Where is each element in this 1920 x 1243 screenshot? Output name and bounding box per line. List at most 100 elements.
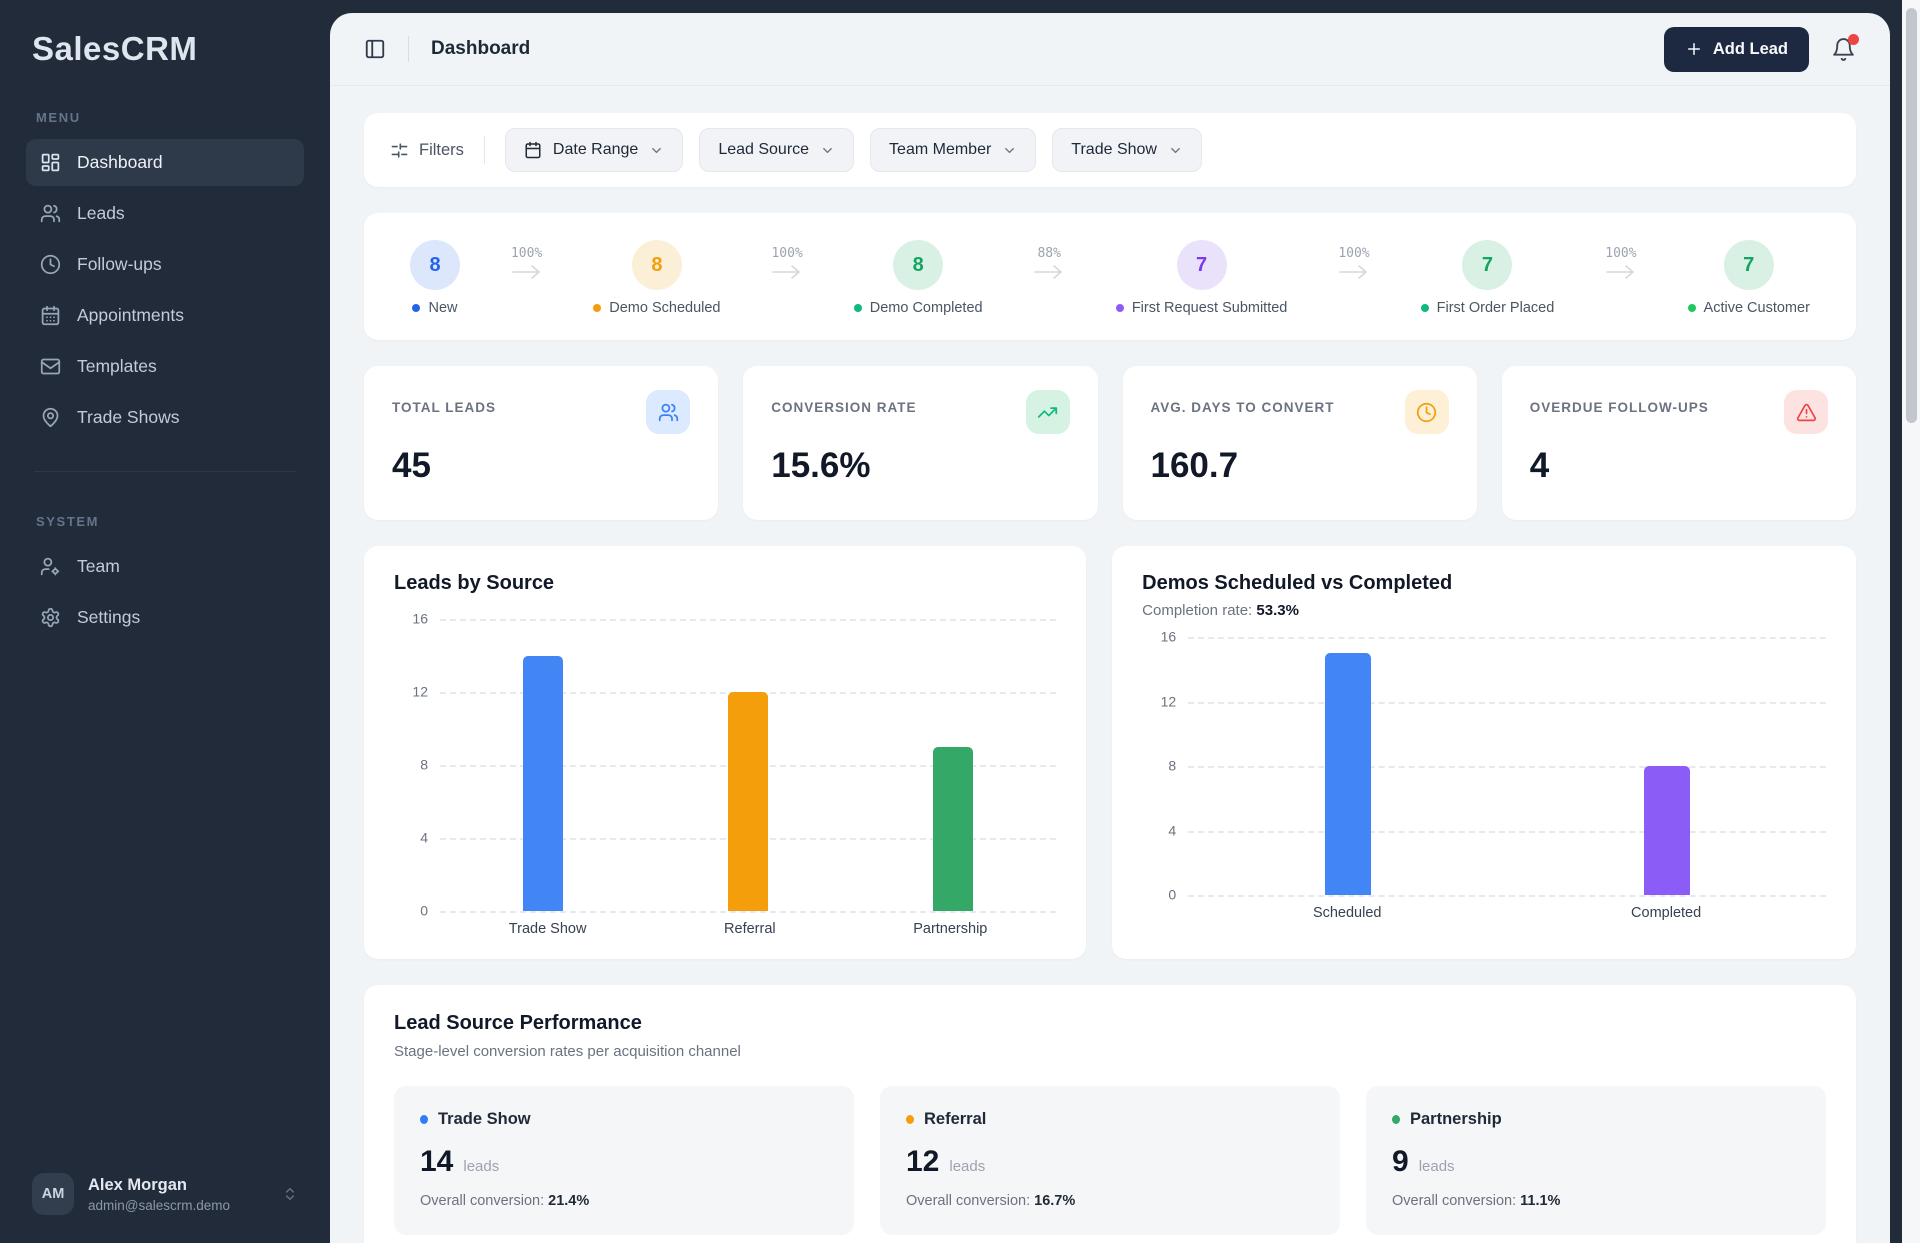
funnel-stage-demo-scheduled: 8 Demo Scheduled [593, 240, 720, 316]
source-dot [1392, 1115, 1400, 1124]
bar-scheduled[interactable] [1325, 653, 1371, 895]
trade-show-dropdown[interactable]: Trade Show [1052, 128, 1202, 172]
user-name: Alex Morgan [88, 1176, 268, 1195]
kpi-row: TOTAL LEADS 45 CONVERSION RATE 15.6 [364, 366, 1856, 520]
clock-icon [40, 254, 61, 275]
topbar-actions: Add Lead [1664, 27, 1856, 72]
leads-by-source-chart: Leads by Source 16 12 8 4 0 [364, 546, 1086, 959]
x-tick: Partnership [913, 921, 987, 937]
sidebar-toggle-icon[interactable] [364, 38, 386, 60]
conversion-value: 16.7% [1034, 1193, 1075, 1209]
bar-partnership[interactable] [933, 747, 973, 911]
sidebar-divider [34, 471, 296, 472]
stage-label: First Order Placed [1437, 300, 1555, 316]
scrollbar-track[interactable] [1902, 0, 1920, 1243]
dashboard-grid-icon [40, 152, 61, 173]
arrow-right-icon [1033, 263, 1065, 281]
kpi-label: TOTAL LEADS [392, 390, 496, 415]
sidebar-spacer [26, 641, 304, 1173]
kpi-label: OVERDUE FOLLOW-UPS [1530, 390, 1709, 415]
calendar-icon [524, 141, 542, 159]
arrow-right-icon [1338, 263, 1370, 281]
users-icon [40, 203, 61, 224]
conversion-value: 11.1% [1520, 1193, 1560, 1209]
stage-label: First Request Submitted [1132, 300, 1288, 316]
filters-label: Filters [419, 141, 464, 160]
notification-badge [1848, 34, 1859, 45]
sidebar-item-dashboard[interactable]: Dashboard [26, 139, 304, 186]
funnel-transition: 100% [511, 240, 543, 281]
sidebar-item-label: Appointments [77, 305, 184, 326]
users-icon [646, 390, 690, 434]
scrollbar-thumb[interactable] [1906, 8, 1917, 423]
source-leads-unit: leads [1419, 1158, 1455, 1175]
lead-source-performance: Lead Source Performance Stage-level conv… [364, 985, 1856, 1243]
bar-completed[interactable] [1644, 766, 1690, 895]
stage-count: 8 [410, 240, 460, 290]
add-lead-label: Add Lead [1713, 40, 1788, 59]
page-title: Dashboard [431, 38, 530, 60]
date-range-dropdown[interactable]: Date Range [505, 128, 683, 172]
sidebar-item-label: Trade Shows [77, 407, 179, 428]
user-email: admin@salescrm.demo [88, 1198, 268, 1213]
chevron-down-icon [1168, 143, 1183, 158]
sidebar-system-menu: Team Settings [26, 543, 304, 641]
charts-row: Leads by Source 16 12 8 4 0 [364, 546, 1856, 959]
main-area: Dashboard Add Lead Filters [330, 0, 1920, 1243]
filters-bar: Filters Date Range Lead Source Team Memb… [364, 113, 1856, 187]
team-member-dropdown[interactable]: Team Member [870, 128, 1036, 172]
funnel-stage-demo-completed: 8 Demo Completed [854, 240, 983, 316]
app-logo: SalesCRM [32, 30, 298, 68]
source-name: Referral [924, 1110, 986, 1129]
stage-dot [412, 304, 420, 312]
user-profile[interactable]: AM Alex Morgan admin@salescrm.demo [26, 1173, 304, 1243]
sidebar-item-label: Leads [77, 203, 125, 224]
sidebar-item-templates[interactable]: Templates [26, 343, 304, 390]
y-tick: 8 [394, 757, 428, 773]
sidebar-item-leads[interactable]: Leads [26, 190, 304, 237]
bar-referral[interactable] [728, 692, 768, 911]
sidebar-item-team[interactable]: Team [26, 543, 304, 590]
filters-divider [484, 136, 485, 164]
source-dot [420, 1115, 428, 1124]
bar-trade-show[interactable] [523, 656, 563, 912]
stage-label: New [428, 300, 457, 316]
funnel-stage-new: 8 New [410, 240, 460, 316]
dashboard-content: Filters Date Range Lead Source Team Memb… [330, 86, 1890, 1243]
x-tick: Scheduled [1313, 905, 1382, 921]
mail-icon [40, 356, 61, 377]
chevrons-up-down-icon[interactable] [282, 1186, 298, 1202]
chart-title: Leads by Source [394, 572, 1056, 595]
section-title: Lead Source Performance [394, 1012, 1826, 1035]
sidebar: SalesCRM MENU Dashboard Leads Follow-ups… [0, 0, 330, 1243]
source-leads-unit: leads [949, 1158, 985, 1175]
lead-source-dropdown[interactable]: Lead Source [699, 128, 854, 172]
sidebar-section-system: SYSTEM [36, 514, 294, 529]
funnel-transition: 88% [1033, 240, 1065, 281]
stage-label: Demo Completed [870, 300, 983, 316]
x-tick: Trade Show [509, 921, 587, 937]
notifications-button[interactable] [1831, 37, 1856, 62]
pipeline-funnel: 8 New 100% 8 Demo Scheduled 100% 8 D [364, 213, 1856, 340]
source-leads-count: 14 [420, 1145, 453, 1179]
sidebar-menu: Dashboard Leads Follow-ups Appointments … [26, 139, 304, 441]
sidebar-item-appointments[interactable]: Appointments [26, 292, 304, 339]
sidebar-item-label: Settings [77, 607, 140, 628]
source-card-referral: Referral 12leads Overall conversion: 16.… [880, 1086, 1340, 1235]
sidebar-item-settings[interactable]: Settings [26, 594, 304, 641]
y-tick: 4 [394, 830, 428, 846]
conversion-label: Overall conversion: [420, 1193, 544, 1209]
transition-rate: 100% [1338, 246, 1369, 261]
y-tick: 0 [394, 903, 428, 919]
sidebar-item-follow-ups[interactable]: Follow-ups [26, 241, 304, 288]
kpi-overdue-follow-ups: OVERDUE FOLLOW-UPS 4 [1502, 366, 1856, 520]
x-axis-labels: Scheduled Completed [1188, 905, 1826, 921]
transition-rate: 100% [1605, 246, 1636, 261]
sliders-icon [390, 141, 409, 160]
kpi-label: AVG. DAYS TO CONVERT [1151, 390, 1335, 415]
sidebar-item-label: Templates [77, 356, 157, 377]
topbar: Dashboard Add Lead [330, 13, 1890, 86]
funnel-transition: 100% [1338, 240, 1370, 281]
sidebar-item-trade-shows[interactable]: Trade Shows [26, 394, 304, 441]
add-lead-button[interactable]: Add Lead [1664, 27, 1809, 72]
